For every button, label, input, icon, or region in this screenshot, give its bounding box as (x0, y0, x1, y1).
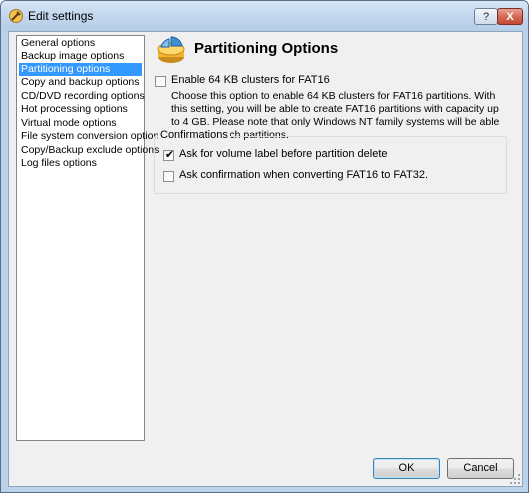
resize-grip-icon[interactable] (510, 474, 520, 484)
nav-item-virtual-mode-options[interactable]: Virtual mode options (19, 117, 142, 130)
nav-item-copy-and-backup-options[interactable]: Copy and backup options (19, 76, 142, 89)
title-bar[interactable]: Edit settings ? X (1, 1, 528, 31)
nav-item-log-files-options[interactable]: Log files options (19, 157, 142, 170)
confirmations-group (154, 136, 507, 194)
partitioning-disk-icon (157, 36, 185, 63)
volume-label-confirm-checkbox[interactable]: ✔ (163, 149, 175, 161)
nav-item-partitioning-options[interactable]: Partitioning options (19, 63, 142, 76)
fat16-64kb-label[interactable]: Enable 64 KB clusters for FAT16 (171, 74, 330, 86)
fat16-to-fat32-confirm-label[interactable]: Ask confirmation when converting FAT16 t… (179, 169, 428, 181)
nav-item-cd-dvd-recording-options[interactable]: CD/DVD recording options (19, 90, 145, 103)
nav-item-file-system-conversion-options[interactable]: File system conversion options (19, 130, 165, 143)
ok-button[interactable]: OK (373, 458, 440, 479)
nav-item-hot-processing-options[interactable]: Hot processing options (19, 103, 142, 116)
settings-wrench-icon (9, 9, 23, 23)
confirmations-legend: Confirmations (158, 129, 230, 141)
page-title: Partitioning Options (194, 40, 339, 57)
nav-item-backup-image-options[interactable]: Backup image options (19, 50, 142, 63)
edit-settings-window: Edit settings ? X General options Backup… (0, 0, 529, 493)
cancel-button[interactable]: Cancel (447, 458, 514, 479)
fat16-64kb-checkbox[interactable] (155, 76, 166, 87)
help-button[interactable]: ? (474, 8, 498, 25)
close-button[interactable]: X (497, 8, 523, 25)
options-category-list[interactable]: General options Backup image options Par… (16, 35, 165, 441)
checkmark-icon: ✔ (164, 149, 175, 161)
dialog-client-area: General options Backup image options Par… (8, 31, 523, 487)
nav-item-general-options[interactable]: General options (19, 37, 142, 50)
volume-label-confirm-label[interactable]: Ask for volume label before partition de… (179, 148, 388, 160)
fat16-to-fat32-confirm-checkbox[interactable] (163, 171, 174, 182)
nav-item-copy-backup-exclude-options[interactable]: Copy/Backup exclude options (19, 144, 159, 157)
window-title: Edit settings (28, 9, 94, 23)
